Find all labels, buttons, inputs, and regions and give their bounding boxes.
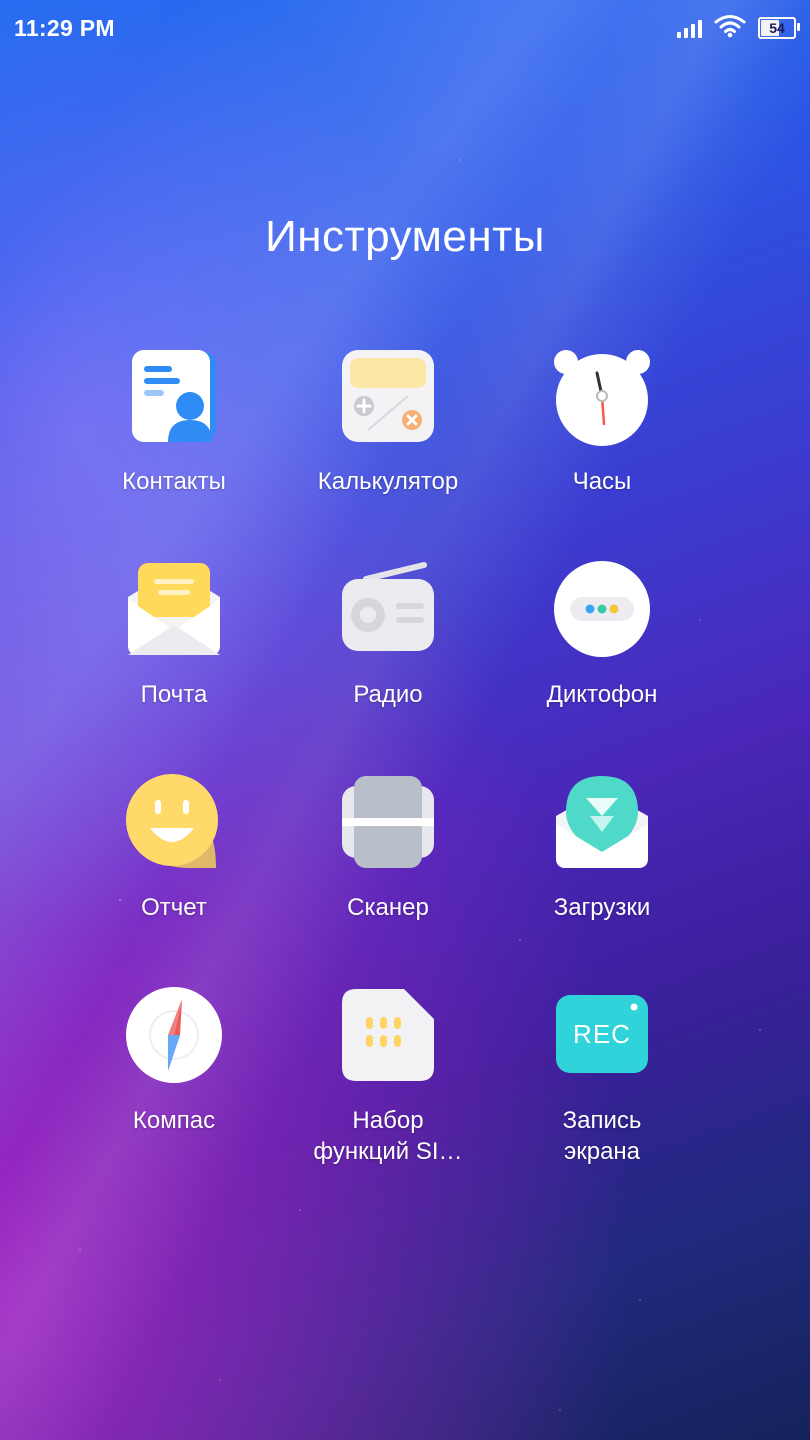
mail-icon bbox=[124, 559, 224, 659]
status-bar: 11:29 PM 54 bbox=[0, 0, 810, 56]
app-label: Набор функций SI… bbox=[313, 1107, 463, 1165]
app-label: Сканер bbox=[347, 894, 429, 921]
app-downloads[interactable]: Загрузки bbox=[495, 772, 709, 985]
app-clock[interactable]: Часы bbox=[495, 346, 709, 559]
screen-recorder-icon: REC bbox=[552, 985, 652, 1085]
cell-signal-icon bbox=[677, 18, 702, 38]
app-feedback[interactable]: Отчет bbox=[67, 772, 281, 985]
svg-text:REC: REC bbox=[573, 1019, 631, 1049]
status-icons: 54 bbox=[677, 14, 800, 43]
app-sim-toolkit[interactable]: Набор функций SI… bbox=[281, 985, 495, 1198]
battery-icon: 54 bbox=[758, 17, 800, 39]
app-label: Диктофон bbox=[546, 681, 658, 708]
app-label: Контакты bbox=[122, 468, 226, 495]
compass-icon bbox=[124, 985, 224, 1085]
sim-toolkit-icon bbox=[338, 985, 438, 1085]
app-scanner[interactable]: Сканер bbox=[281, 772, 495, 985]
app-mail[interactable]: Почта bbox=[67, 559, 281, 772]
app-label: Компас bbox=[132, 1107, 216, 1134]
battery-level: 54 bbox=[769, 20, 785, 36]
feedback-icon bbox=[124, 772, 224, 872]
app-label: Загрузки bbox=[553, 894, 651, 921]
clock-icon bbox=[552, 346, 652, 446]
app-compass[interactable]: Компас bbox=[67, 985, 281, 1198]
recorder-icon bbox=[552, 559, 652, 659]
app-grid: Контакты Калькулятор Часы Почта Радио Ди… bbox=[67, 346, 707, 1198]
calculator-icon bbox=[338, 346, 438, 446]
app-contacts[interactable]: Контакты bbox=[67, 346, 281, 559]
wifi-icon bbox=[714, 14, 746, 43]
downloads-icon bbox=[552, 772, 652, 872]
folder-title[interactable]: Инструменты bbox=[0, 212, 810, 262]
app-label: Запись экрана bbox=[562, 1107, 642, 1165]
radio-icon bbox=[338, 559, 438, 659]
app-label: Калькулятор bbox=[317, 468, 459, 495]
app-screen-recorder[interactable]: REC Запись экрана bbox=[495, 985, 709, 1198]
app-label: Часы bbox=[572, 468, 632, 495]
app-label: Радио bbox=[353, 681, 423, 708]
contacts-icon bbox=[124, 346, 224, 446]
app-radio[interactable]: Радио bbox=[281, 559, 495, 772]
app-calculator[interactable]: Калькулятор bbox=[281, 346, 495, 559]
scanner-icon bbox=[338, 772, 438, 872]
app-label: Отчет bbox=[141, 894, 207, 921]
status-time: 11:29 PM bbox=[14, 14, 115, 41]
app-recorder[interactable]: Диктофон bbox=[495, 559, 709, 772]
app-label: Почта bbox=[140, 681, 208, 708]
